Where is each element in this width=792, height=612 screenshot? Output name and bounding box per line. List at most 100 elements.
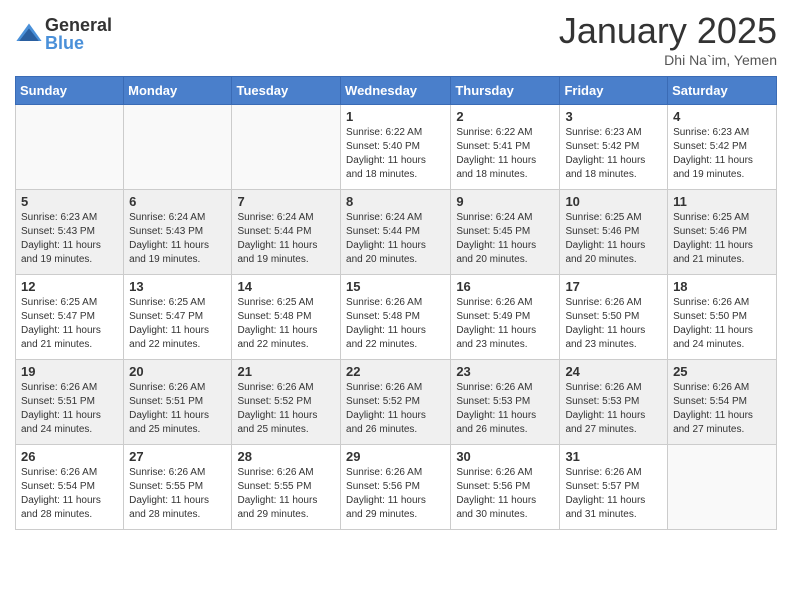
day-info: Sunrise: 6:24 AMSunset: 5:43 PMDaylight:…: [129, 211, 226, 267]
calendar-day-cell: 11 Sunrise: 6:25 AMSunset: 5:46 PMDayligh…: [668, 190, 777, 275]
day-info: Sunrise: 6:22 AMSunset: 5:40 PMDaylight:…: [346, 126, 445, 182]
day-info: Sunrise: 6:26 AMSunset: 5:52 PMDaylight:…: [237, 381, 335, 437]
day-number: 21: [237, 364, 335, 379]
day-info: Sunrise: 6:26 AMSunset: 5:49 PMDaylight:…: [456, 296, 554, 352]
day-info: Sunrise: 6:26 AMSunset: 5:48 PMDaylight:…: [346, 296, 445, 352]
day-info: Sunrise: 6:26 AMSunset: 5:54 PMDaylight:…: [21, 466, 118, 522]
calendar-table: SundayMondayTuesdayWednesdayThursdayFrid…: [15, 76, 777, 530]
day-info: Sunrise: 6:23 AMSunset: 5:42 PMDaylight:…: [565, 126, 662, 182]
calendar-body: 1 Sunrise: 6:22 AMSunset: 5:40 PMDaylight…: [16, 105, 777, 530]
calendar-week-row: 12Sunrise: 6:25 AMSunset: 5:47 PMDayligh…: [16, 275, 777, 360]
day-number: 16: [456, 279, 554, 294]
calendar-day-cell: 2Sunrise: 6:22 AMSunset: 5:41 PMDaylight…: [451, 105, 560, 190]
calendar-day-cell: 9 Sunrise: 6:24 AMSunset: 5:45 PMDaylight…: [451, 190, 560, 275]
weekday-header-cell: Sunday: [16, 77, 124, 105]
day-info: Sunrise: 6:26 AMSunset: 5:51 PMDaylight:…: [129, 381, 226, 437]
calendar-day-cell: 1 Sunrise: 6:22 AMSunset: 5:40 PMDaylight…: [341, 105, 451, 190]
day-info: Sunrise: 6:26 AMSunset: 5:54 PMDaylight:…: [673, 381, 771, 437]
day-info: Sunrise: 6:23 AMSunset: 5:43 PMDaylight:…: [21, 211, 118, 267]
day-info: Sunrise: 6:26 AMSunset: 5:53 PMDaylight:…: [456, 381, 554, 437]
day-number: 2: [456, 109, 554, 124]
day-info: Sunrise: 6:26 AMSunset: 5:50 PMDaylight:…: [565, 296, 662, 352]
day-info: Sunrise: 6:25 AMSunset: 5:48 PMDaylight:…: [237, 296, 335, 352]
day-number: 26: [21, 449, 118, 464]
day-number: 20: [129, 364, 226, 379]
calendar-day-cell: 17 Sunrise: 6:26 AMSunset: 5:50 PMDayligh…: [560, 275, 668, 360]
weekday-header-cell: Friday: [560, 77, 668, 105]
calendar-day-cell: [668, 445, 777, 530]
day-info: Sunrise: 6:25 AMSunset: 5:47 PMDaylight:…: [129, 296, 226, 352]
calendar-day-cell: [16, 105, 124, 190]
calendar-day-cell: [232, 105, 341, 190]
calendar-day-cell: 14 Sunrise: 6:25 AMSunset: 5:48 PMDayligh…: [232, 275, 341, 360]
logo-general-text: General: [45, 16, 112, 34]
logo-icon: [15, 20, 43, 48]
calendar-day-cell: 30 Sunrise: 6:26 AMSunset: 5:56 PMDayligh…: [451, 445, 560, 530]
weekday-header-cell: Wednesday: [341, 77, 451, 105]
day-number: 11: [673, 194, 771, 209]
calendar-day-cell: 31 Sunrise: 6:26 AMSunset: 5:57 PMDayligh…: [560, 445, 668, 530]
weekday-header-cell: Tuesday: [232, 77, 341, 105]
calendar-day-cell: 22 Sunrise: 6:26 AMSunset: 5:52 PMDayligh…: [341, 360, 451, 445]
calendar-week-row: 19 Sunrise: 6:26 AMSunset: 5:51 PMDayligh…: [16, 360, 777, 445]
calendar-day-cell: 12Sunrise: 6:25 AMSunset: 5:47 PMDayligh…: [16, 275, 124, 360]
day-number: 7: [237, 194, 335, 209]
calendar-day-cell: 20 Sunrise: 6:26 AMSunset: 5:51 PMDayligh…: [124, 360, 232, 445]
day-number: 17: [565, 279, 662, 294]
calendar-day-cell: 26 Sunrise: 6:26 AMSunset: 5:54 PMDayligh…: [16, 445, 124, 530]
weekday-header-cell: Monday: [124, 77, 232, 105]
day-number: 19: [21, 364, 118, 379]
month-title: January 2025: [559, 10, 777, 52]
day-info: Sunrise: 6:24 AMSunset: 5:44 PMDaylight:…: [346, 211, 445, 267]
calendar-day-cell: 5 Sunrise: 6:23 AMSunset: 5:43 PMDaylight…: [16, 190, 124, 275]
day-number: 3: [565, 109, 662, 124]
calendar-day-cell: 13 Sunrise: 6:25 AMSunset: 5:47 PMDayligh…: [124, 275, 232, 360]
weekday-header-row: SundayMondayTuesdayWednesdayThursdayFrid…: [16, 77, 777, 105]
calendar-day-cell: 28Sunrise: 6:26 AMSunset: 5:55 PMDayligh…: [232, 445, 341, 530]
day-number: 4: [673, 109, 771, 124]
calendar-day-cell: 29 Sunrise: 6:26 AMSunset: 5:56 PMDayligh…: [341, 445, 451, 530]
day-number: 10: [565, 194, 662, 209]
day-info: Sunrise: 6:26 AMSunset: 5:56 PMDaylight:…: [456, 466, 554, 522]
day-info: Sunrise: 6:24 AMSunset: 5:45 PMDaylight:…: [456, 211, 554, 267]
day-number: 22: [346, 364, 445, 379]
location-subtitle: Dhi Na`im, Yemen: [559, 52, 777, 68]
logo-blue-text: Blue: [45, 34, 112, 52]
day-number: 18: [673, 279, 771, 294]
day-info: Sunrise: 6:26 AMSunset: 5:52 PMDaylight:…: [346, 381, 445, 437]
day-info: Sunrise: 6:25 AMSunset: 5:47 PMDaylight:…: [21, 296, 118, 352]
day-number: 29: [346, 449, 445, 464]
day-info: Sunrise: 6:26 AMSunset: 5:55 PMDaylight:…: [129, 466, 226, 522]
day-info: Sunrise: 6:25 AMSunset: 5:46 PMDaylight:…: [673, 211, 771, 267]
day-number: 27: [129, 449, 226, 464]
day-number: 9: [456, 194, 554, 209]
calendar-day-cell: 21 Sunrise: 6:26 AMSunset: 5:52 PMDayligh…: [232, 360, 341, 445]
calendar-day-cell: 25Sunrise: 6:26 AMSunset: 5:54 PMDayligh…: [668, 360, 777, 445]
calendar-week-row: 26 Sunrise: 6:26 AMSunset: 5:54 PMDayligh…: [16, 445, 777, 530]
day-number: 1: [346, 109, 445, 124]
calendar-week-row: 1 Sunrise: 6:22 AMSunset: 5:40 PMDaylight…: [16, 105, 777, 190]
logo: General Blue: [15, 16, 112, 52]
calendar-day-cell: 4Sunrise: 6:23 AMSunset: 5:42 PMDaylight…: [668, 105, 777, 190]
day-number: 13: [129, 279, 226, 294]
calendar-day-cell: 6 Sunrise: 6:24 AMSunset: 5:43 PMDaylight…: [124, 190, 232, 275]
calendar-day-cell: [124, 105, 232, 190]
day-number: 23: [456, 364, 554, 379]
weekday-header-cell: Thursday: [451, 77, 560, 105]
day-number: 30: [456, 449, 554, 464]
day-number: 8: [346, 194, 445, 209]
calendar-day-cell: 24Sunrise: 6:26 AMSunset: 5:53 PMDayligh…: [560, 360, 668, 445]
page-header: General Blue January 2025 Dhi Na`im, Yem…: [15, 10, 777, 68]
calendar-day-cell: 19 Sunrise: 6:26 AMSunset: 5:51 PMDayligh…: [16, 360, 124, 445]
day-info: Sunrise: 6:26 AMSunset: 5:56 PMDaylight:…: [346, 466, 445, 522]
day-info: Sunrise: 6:26 AMSunset: 5:51 PMDaylight:…: [21, 381, 118, 437]
title-block: January 2025 Dhi Na`im, Yemen: [559, 10, 777, 68]
day-number: 6: [129, 194, 226, 209]
day-number: 14: [237, 279, 335, 294]
day-number: 31: [565, 449, 662, 464]
calendar-day-cell: 3 Sunrise: 6:23 AMSunset: 5:42 PMDaylight…: [560, 105, 668, 190]
day-info: Sunrise: 6:26 AMSunset: 5:57 PMDaylight:…: [565, 466, 662, 522]
weekday-header-cell: Saturday: [668, 77, 777, 105]
day-number: 28: [237, 449, 335, 464]
day-number: 5: [21, 194, 118, 209]
